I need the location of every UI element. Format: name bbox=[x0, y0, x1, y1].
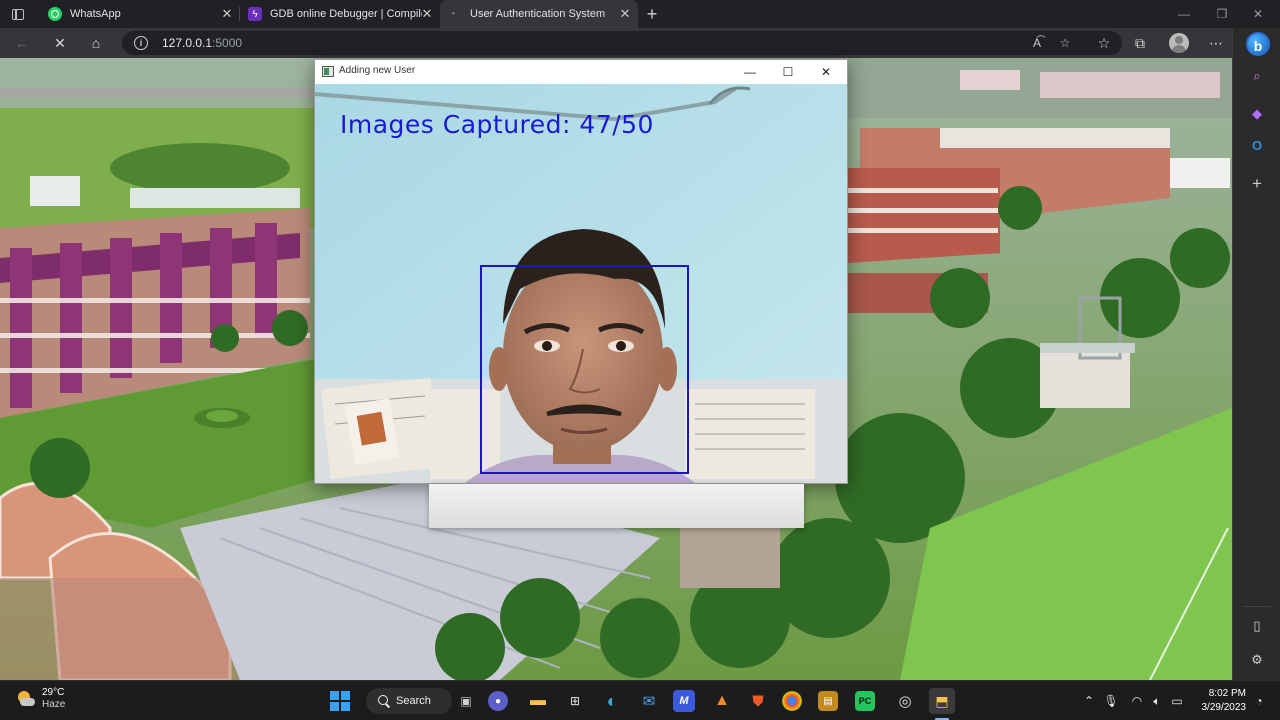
tab-gdb-debugger[interactable]: ϟ GDB online Debugger | Compiler ✕ bbox=[240, 0, 440, 28]
tab-label: WhatsApp bbox=[70, 8, 121, 20]
add-favorite-icon[interactable]: ☆ bbox=[1056, 35, 1074, 51]
python-app-icon[interactable]: ⬒ bbox=[929, 688, 955, 714]
teams-chat-icon[interactable]: ● bbox=[488, 691, 508, 711]
url-text: 127.0.0.1:5000 bbox=[162, 36, 242, 50]
url-host: 127.0.0.1 bbox=[162, 36, 213, 50]
profile-avatar[interactable] bbox=[1169, 33, 1189, 53]
webcam-frame: Images Captured: 47/50 bbox=[315, 84, 847, 483]
address-bar[interactable]: i 127.0.0.1:5000 A͡ ☆ bbox=[122, 31, 1122, 55]
notes-app-icon[interactable]: ▤ bbox=[818, 691, 838, 711]
settings-more-icon[interactable]: ⋯ bbox=[1204, 32, 1228, 54]
collections-icon[interactable]: ⧉ bbox=[1128, 32, 1152, 54]
hide-sidebar-icon[interactable]: ▯ bbox=[1247, 616, 1267, 636]
weather-temperature: 29°C bbox=[42, 687, 65, 698]
vlc-icon[interactable]: ▲ bbox=[709, 688, 735, 714]
search-label: Search bbox=[396, 695, 431, 707]
search-icon[interactable]: ⌕ bbox=[1247, 66, 1267, 86]
start-button[interactable] bbox=[327, 688, 353, 714]
new-tab-button[interactable]: + bbox=[642, 4, 662, 24]
windows-taskbar: 29°C Haze Search ▣ ● ▬ ⊞ ◐ ✉ M ▲ ⛊ ▤ PC … bbox=[0, 680, 1280, 720]
system-clock[interactable]: 8:02 PM 3/29/2023 bbox=[1196, 687, 1247, 715]
minimize-icon[interactable]: — bbox=[731, 60, 769, 84]
tab-whatsapp[interactable]: WhatsApp ✕ bbox=[40, 0, 240, 28]
window-titlebar[interactable]: Adding new User — ☐ ✕ bbox=[315, 60, 847, 84]
chrome-icon[interactable] bbox=[782, 691, 802, 711]
close-icon[interactable]: ✕ bbox=[618, 7, 632, 21]
tab-label: User Authentication System bbox=[470, 8, 606, 20]
gdb-icon: ϟ bbox=[248, 7, 262, 21]
opencv-capture-window[interactable]: Adding new User — ☐ ✕ Images Captured: 4… bbox=[314, 59, 848, 484]
edge-sidebar: b ⌕ ◆ O + ▯ ⚙ bbox=[1232, 28, 1280, 680]
maximize-icon[interactable]: ❐ bbox=[1204, 0, 1240, 28]
wifi-icon[interactable]: ◠ bbox=[1128, 692, 1146, 710]
task-view-icon[interactable]: ▣ bbox=[453, 688, 479, 714]
site-info-icon[interactable]: i bbox=[134, 36, 148, 50]
close-window-icon[interactable]: ✕ bbox=[1240, 0, 1276, 28]
sidebar-divider bbox=[1243, 606, 1271, 607]
microphone-icon[interactable]: 🎙︎ bbox=[1102, 692, 1120, 710]
window-app-icon bbox=[322, 66, 334, 77]
windows-logo-icon bbox=[330, 691, 350, 711]
favorites-icon[interactable]: ☆ bbox=[1092, 32, 1116, 54]
face-detection-box bbox=[480, 265, 689, 474]
pycharm-icon[interactable]: PC bbox=[855, 691, 875, 711]
outlook-icon[interactable]: O bbox=[1247, 136, 1267, 156]
edge-icon[interactable]: ◐ bbox=[599, 688, 625, 714]
file-explorer-icon[interactable]: ▬ bbox=[525, 688, 551, 714]
browser-toolbar: ← ✕ ⌂ i 127.0.0.1:5000 A͡ ☆ ☆ ⧉ ⋯ bbox=[0, 28, 1232, 58]
tab-user-authentication[interactable]: ⠂ User Authentication System ✕ bbox=[440, 0, 638, 28]
clock-time: 8:02 PM bbox=[1208, 688, 1246, 699]
close-icon[interactable]: ✕ bbox=[807, 60, 845, 84]
visual-studio-icon[interactable]: M bbox=[673, 690, 695, 712]
tab-actions-icon[interactable] bbox=[8, 5, 28, 23]
mail-icon[interactable]: ✉ bbox=[636, 688, 662, 714]
github-desktop-icon[interactable]: ◎ bbox=[892, 688, 918, 714]
url-port: :5000 bbox=[212, 36, 243, 50]
window-title: Adding new User bbox=[339, 65, 416, 76]
bing-chat-icon[interactable]: b bbox=[1246, 32, 1270, 56]
images-captured-counter: Images Captured: 47/50 bbox=[340, 110, 654, 139]
home-icon[interactable]: ⌂ bbox=[84, 32, 108, 54]
weather-widget[interactable]: 29°C Haze bbox=[16, 687, 65, 711]
weather-condition: Haze bbox=[42, 699, 66, 710]
tab-label: GDB online Debugger | Compiler bbox=[270, 8, 422, 20]
shopping-icon[interactable]: ◆ bbox=[1247, 104, 1267, 124]
minimize-icon[interactable]: — bbox=[1166, 0, 1202, 28]
volume-icon[interactable]: 🔈︎ bbox=[1148, 692, 1166, 710]
close-icon[interactable]: ✕ bbox=[420, 7, 434, 21]
sidebar-settings-icon[interactable]: ⚙ bbox=[1247, 650, 1267, 670]
microsoft-store-icon[interactable]: ⊞ bbox=[562, 688, 588, 714]
taskbar-search[interactable]: Search bbox=[366, 688, 452, 714]
search-icon bbox=[378, 695, 390, 707]
brave-icon[interactable]: ⛊ bbox=[745, 688, 771, 714]
show-hidden-icons-icon[interactable]: ⌃ bbox=[1080, 692, 1098, 710]
page-panel bbox=[429, 484, 804, 528]
whatsapp-icon bbox=[48, 7, 62, 21]
add-icon[interactable]: + bbox=[1247, 174, 1267, 194]
maximize-icon[interactable]: ☐ bbox=[769, 60, 807, 84]
notifications-icon[interactable]: ◔ bbox=[1250, 692, 1268, 710]
battery-icon[interactable]: ▭ bbox=[1168, 692, 1186, 710]
stop-loading-icon[interactable]: ✕ bbox=[48, 32, 72, 54]
close-icon[interactable]: ✕ bbox=[220, 7, 234, 21]
back-arrow-icon[interactable]: ← bbox=[10, 32, 34, 54]
clock-date: 3/29/2023 bbox=[1201, 702, 1247, 713]
read-aloud-icon[interactable]: A͡ bbox=[1028, 35, 1046, 51]
browser-tab-strip: WhatsApp ✕ ϟ GDB online Debugger | Compi… bbox=[0, 0, 1280, 28]
weather-haze-icon bbox=[16, 689, 36, 709]
loading-icon: ⠂ bbox=[450, 8, 460, 21]
